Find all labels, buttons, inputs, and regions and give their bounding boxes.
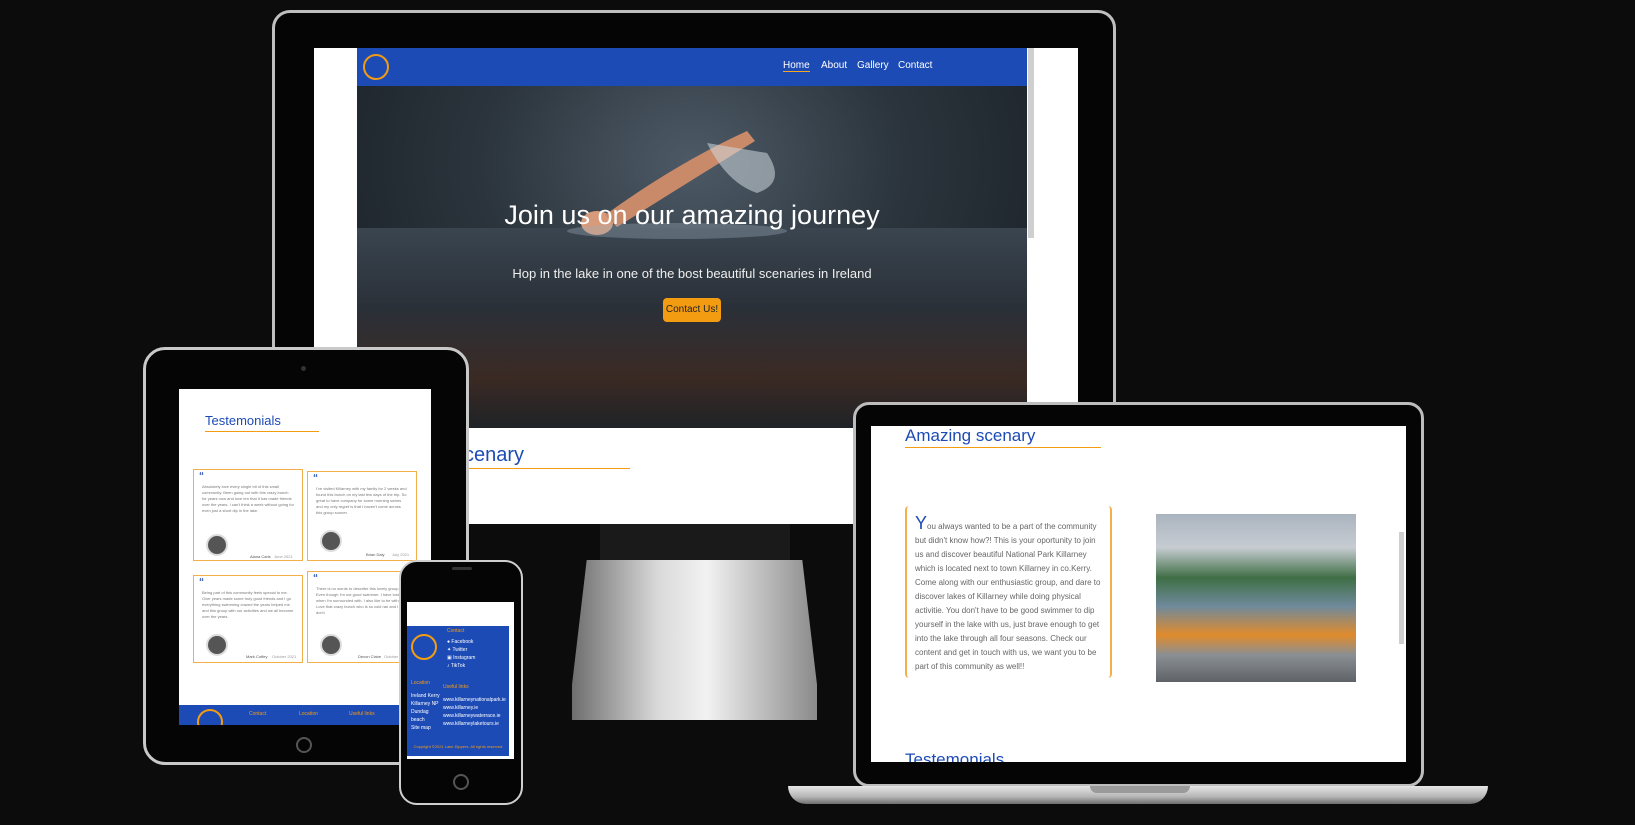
page-scrollbar[interactable]: [1399, 532, 1404, 644]
social-links: ● Facebook ✦ Twitter ▣ Instagram ♪ TikTo…: [447, 638, 475, 670]
amazing-scenary-heading: Amazing scenary: [905, 426, 1036, 445]
intro-text-box: You always wanted to be a part of the co…: [905, 506, 1112, 678]
footer-links-heading: Useful links: [443, 684, 469, 690]
hero-subtitle: Hop in the lake in one of the bost beaut…: [512, 266, 872, 281]
monitor-stand: [572, 560, 817, 720]
testimonial-date: June 2021: [274, 554, 293, 559]
twitter-icon: ✦: [447, 647, 452, 653]
twitter-link[interactable]: ✦ Twitter: [447, 646, 475, 654]
quote-icon: “: [199, 577, 204, 588]
hero-title: Join us on our amazing journey: [504, 200, 880, 230]
useful-link[interactable]: www.killarneywaterrace.ie: [443, 712, 506, 720]
footer-logo: [197, 709, 223, 725]
location-list: Ireland Kerry Killarney NP Dundag beach …: [411, 693, 440, 731]
nav-contact[interactable]: Contact: [898, 60, 932, 71]
footer-contact-heading: Contact: [249, 711, 267, 717]
site-footer: Contact Location Useful links: [179, 705, 431, 725]
heading-underline: [905, 447, 1101, 448]
avatar: [206, 634, 228, 656]
quote-icon: “: [313, 573, 318, 584]
nav-gallery[interactable]: Gallery: [857, 60, 889, 71]
nav-home[interactable]: Home: [783, 60, 810, 72]
instagram-icon: ▣: [447, 655, 452, 661]
testimonial-text: Absolutely love every single bit of this…: [202, 484, 294, 513]
testimonial-date: October: [384, 654, 399, 659]
facebook-link[interactable]: ● Facebook: [447, 638, 475, 646]
tiktok-icon: ♪: [447, 663, 450, 669]
footer-location-heading: Location: [299, 711, 318, 717]
avatar: [320, 634, 342, 656]
testimonial-author: Devon Claire: [358, 654, 382, 659]
quote-icon: “: [199, 471, 204, 482]
swimmer-image: [567, 131, 787, 239]
phone-screen: Contact ● Facebook ✦ Twitter ▣ Instagram…: [407, 602, 514, 759]
testimonial-text: Being part of this community feels speci…: [202, 590, 294, 619]
phone-home-button[interactable]: [453, 774, 469, 790]
useful-link[interactable]: www.killarney.ie: [443, 704, 506, 712]
testimonial-author: Brian Daly: [366, 552, 385, 557]
testimonial-date: October 2021: [272, 654, 297, 659]
testimonial-author: Mark Coffey: [246, 654, 268, 659]
useful-link[interactable]: www.killarneylaketours.ie: [443, 720, 506, 728]
footer-logo: [411, 634, 437, 660]
intro-text: ou always wanted to be a part of the com…: [915, 522, 1101, 671]
top-navbar: Home About Gallery Contact: [357, 48, 1027, 86]
avatar: [320, 530, 342, 552]
phone-footer: Contact ● Facebook ✦ Twitter ▣ Instagram…: [407, 626, 509, 756]
testimonials-underline: [205, 431, 319, 432]
laptop-notch: [1090, 786, 1190, 793]
quote-icon: “: [313, 473, 318, 484]
testimonial-card: “ Being part of this community feels spe…: [193, 575, 303, 663]
tablet-screen: Testemonials “ Absolutely love every sin…: [179, 389, 431, 725]
phone-speaker: [452, 567, 472, 570]
drop-cap: Y: [915, 513, 928, 533]
copyright-text: Copyright ©2021 Lake Dippers. All rights…: [413, 744, 503, 749]
useful-link[interactable]: www.killarneynationalpark.ie: [443, 696, 506, 704]
footer-contact-heading: Contact: [447, 628, 465, 634]
useful-links-list: www.killarneynationalpark.ie www.killarn…: [443, 696, 506, 728]
footer-links-heading: Useful links: [349, 711, 375, 717]
tiktok-link[interactable]: ♪ TikTok: [447, 662, 475, 670]
testimonial-text: I've visited Killarney with my family fo…: [316, 486, 407, 515]
site-logo[interactable]: [363, 54, 389, 80]
tablet-home-button[interactable]: [296, 737, 312, 753]
lake-landscape-image: [1156, 514, 1356, 682]
testimonials-heading: Testemonials: [205, 413, 281, 428]
page-scrollbar[interactable]: [1028, 48, 1034, 238]
laptop-screen: Amazing scenary You always wanted to be …: [871, 426, 1406, 762]
testimonials-heading: Testemonials: [905, 750, 1005, 762]
monitor-neck: [600, 524, 790, 564]
testimonial-author: Alana Carls: [250, 554, 271, 559]
instagram-link[interactable]: ▣ Instagram: [447, 654, 475, 662]
intro-paragraph: You always wanted to be a part of the co…: [915, 513, 1102, 674]
testimonial-text: There is no words to describe this lovel…: [316, 586, 407, 615]
tablet-camera: [301, 366, 306, 371]
avatar: [206, 534, 228, 556]
footer-location-heading: Location: [411, 680, 430, 686]
testimonial-date: July 2021: [392, 552, 410, 557]
testimonial-card: “ Absolutely love every single bit of th…: [193, 469, 303, 561]
facebook-icon: ●: [447, 639, 451, 645]
testimonial-card: “ I've visited Killarney with my family …: [307, 471, 417, 561]
nav-about[interactable]: About: [821, 60, 847, 71]
contact-us-button[interactable]: Contact Us!: [663, 298, 721, 322]
